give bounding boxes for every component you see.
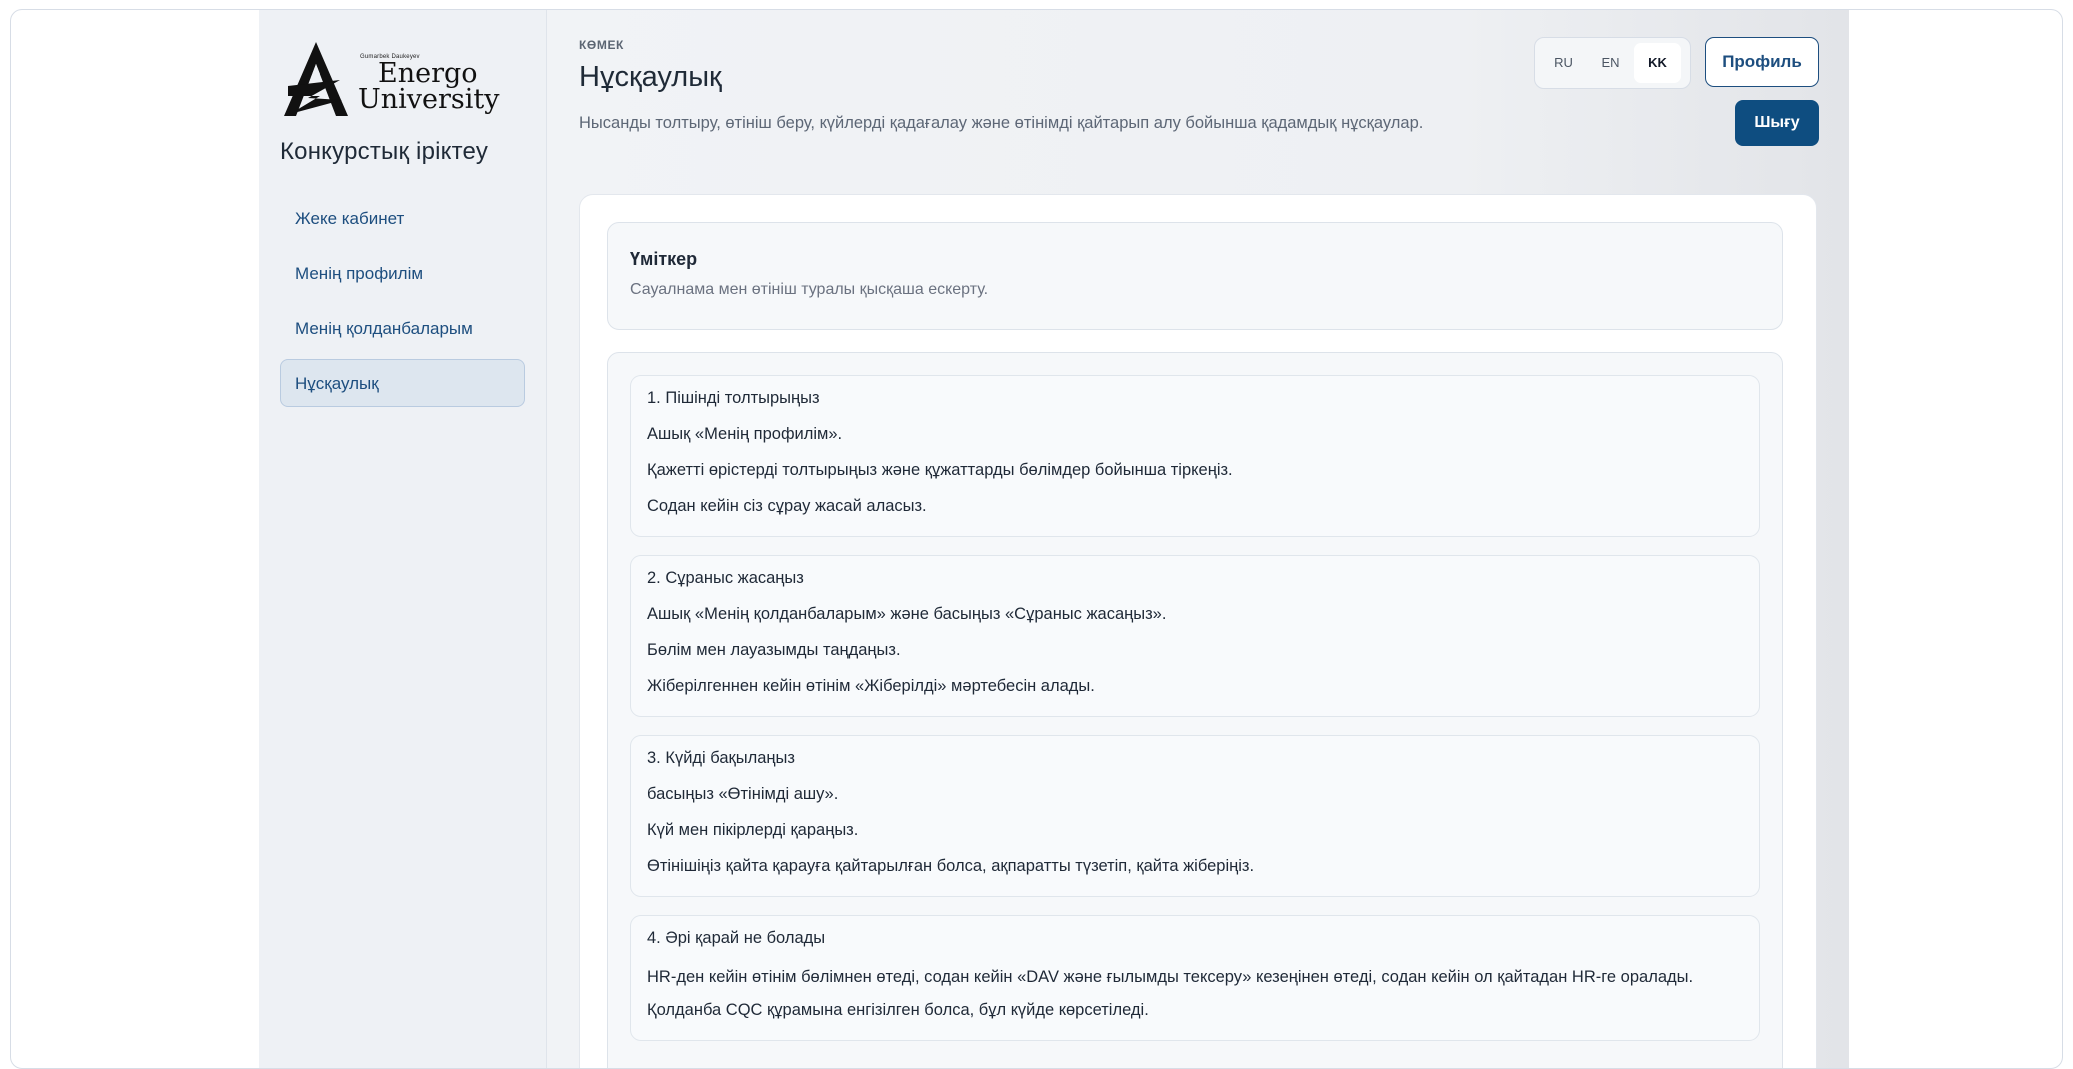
note-title: Үміткер [630,249,698,269]
sidebar-title: Конкурстық іріктеу [280,138,489,165]
sidebar-item-my-applications[interactable]: Менің қолданбаларым [280,304,525,352]
step-title: 3. Күйді бақылаңыз [647,749,795,767]
step-line: Ашық «Менің қолданбаларым» және басыңыз … [647,605,1167,623]
language-kk-button[interactable]: KK [1634,43,1681,83]
sidebar-item-instructions[interactable]: Нұсқаулық [280,359,525,407]
step-card: 3. Күйді бақылаңыз басыңыз «Өтінімді ашу… [630,735,1760,897]
step-title: 2. Сұраныс жасаңыз [647,569,804,587]
steps-list: 1. Пішінді толтырыңыз Ашық «Менің профил… [607,352,1783,1068]
university-logo: Gumarbek Daukeyev Energo University [280,40,525,124]
main-content: КӨМЕК Нұсқаулық Нысанды толтыру, өтініш … [547,10,1849,1068]
step-card: 2. Сұраныс жасаңыз Ашық «Менің қолданбал… [630,555,1760,717]
language-ru-button[interactable]: RU [1540,43,1587,83]
instructions-card: Үміткер Сауалнама мен өтініш туралы қысқ… [579,194,1817,1068]
language-en-button[interactable]: EN [1587,43,1634,83]
logout-button[interactable]: Шығу [1735,100,1819,146]
step-line: Өтінішіңіз қайта қарауға қайтарылған бол… [647,857,1255,875]
logo-text: Gumarbek Daukeyev Energo University [358,54,500,113]
step-title: 1. Пішінді толтырыңыз [647,389,820,407]
candidate-note: Үміткер Сауалнама мен өтініш туралы қысқ… [607,222,1783,330]
step-line: Күй мен пікірлерді қараңыз. [647,821,859,839]
step-line: Жіберілгеннен кейін өтінім «Жіберілді» м… [647,677,1095,695]
profile-button[interactable]: Профиль [1705,37,1819,87]
step-line: Бөлім мен лауазымды таңдаңыз. [647,641,901,659]
language-switcher: RU EN KK [1534,37,1691,89]
sidebar-nav: Жеке кабинет Менің профилім Менің қолдан… [280,194,525,407]
sidebar: Gumarbek Daukeyev Energo University Конк… [259,10,547,1068]
step-line: Содан кейін сіз сұрау жасай аласыз. [647,497,927,515]
sidebar-item-my-profile[interactable]: Менің профилім [280,249,525,297]
step-line: HR-ден кейін өтінім бөлімнен өтеді, сода… [647,968,1694,986]
step-card: 1. Пішінді толтырыңыз Ашық «Менің профил… [630,375,1760,537]
step-title: 4. Әрі қарай не болады [647,929,826,947]
sidebar-item-personal-cabinet[interactable]: Жеке кабинет [280,194,525,242]
note-text: Сауалнама мен өтініш туралы қысқаша еске… [630,281,989,298]
page-description: Нысанды толтыру, өтініш беру, күйлерді қ… [579,114,1424,132]
step-line: Ашық «Менің профилім». [647,425,843,443]
app-window: Gumarbek Daukeyev Energo University Конк… [259,10,1849,1068]
top-controls: RU EN KK Профиль Шығу [1534,37,1819,157]
energo-university-logo-icon [284,42,348,116]
step-line: басыңыз «Өтінімді ашу». [647,785,839,803]
step-line: Қажетті өрістерді толтырыңыз және құжатт… [647,461,1233,479]
step-card: 4. Әрі қарай не болады HR-ден кейін өтін… [630,915,1760,1041]
step-line: Қолданба CQC құрамына енгізілген болса, … [647,1001,1149,1019]
logo-line-2: University [358,84,500,115]
browser-frame: Gumarbek Daukeyev Energo University Конк… [10,9,2063,1069]
